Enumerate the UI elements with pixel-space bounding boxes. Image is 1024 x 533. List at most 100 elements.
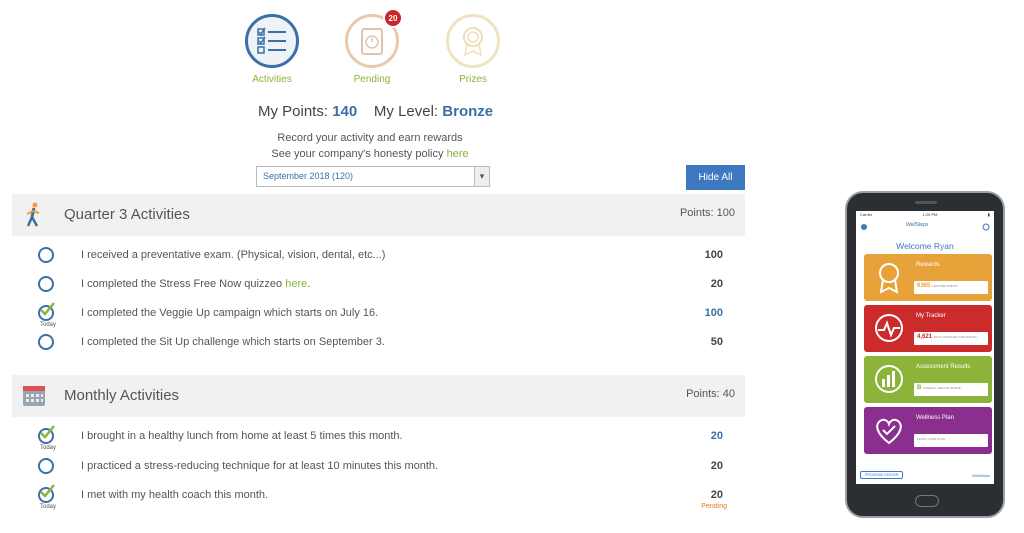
activity-points: 100 bbox=[704, 249, 723, 261]
checkmark-icon bbox=[40, 484, 55, 498]
honesty-policy-text: See your company's honesty policy bbox=[271, 148, 444, 160]
today-label: Today bbox=[39, 504, 56, 510]
tile-caption: DAILY AVERAGE THIS MONTH bbox=[933, 335, 977, 339]
pending-status: Pending bbox=[701, 503, 727, 510]
back-icon[interactable] bbox=[860, 223, 868, 231]
section-title: Monthly Activities bbox=[64, 387, 180, 404]
wellness-plan-tile[interactable]: Wellness Plan FINISH YOUR PLAN bbox=[864, 407, 992, 454]
section-title: Quarter 3 Activities bbox=[64, 206, 190, 223]
honesty-policy-link[interactable]: here bbox=[447, 148, 469, 160]
program-center-button[interactable]: PROGRAM CENTER bbox=[860, 471, 904, 479]
tile-value-box: 4,621 DAILY AVERAGE THIS MONTH bbox=[914, 332, 988, 345]
tile-value-box: B OVERALL HEALTH GRADE bbox=[914, 383, 988, 396]
activity-checkbox[interactable] bbox=[38, 458, 54, 474]
points-summary: My Points: 140 My Level: Bronze bbox=[258, 103, 493, 120]
ribbon-award-icon bbox=[446, 14, 500, 68]
activity-text: I received a preventative exam. (Physica… bbox=[81, 249, 386, 261]
period-select[interactable]: September 2018 (120) ▾ bbox=[256, 166, 490, 187]
app-logo: WellSteps bbox=[906, 222, 929, 228]
nav-prizes-label: Prizes bbox=[459, 74, 487, 85]
nav-pending-label: Pending bbox=[353, 74, 391, 85]
app-footer: PROGRAM CENTER WellSteps bbox=[860, 469, 990, 481]
phone-home-button bbox=[915, 495, 939, 507]
activity-checkbox[interactable] bbox=[38, 247, 54, 263]
phone-mockup: Carrier 1:20 PM ▮ WellSteps Welcome Ryan… bbox=[845, 191, 1005, 518]
nav-activities[interactable]: Activities bbox=[243, 14, 301, 85]
tile-value: 6365 bbox=[917, 283, 931, 289]
pending-count-badge: 20 bbox=[383, 8, 403, 28]
nav-activities-label: Activities bbox=[252, 74, 292, 85]
activity-points: 20 bbox=[710, 460, 723, 472]
tile-title: Assessment Results bbox=[916, 364, 971, 370]
checklist-icon bbox=[245, 14, 299, 68]
section-points: Points: 40 bbox=[686, 388, 735, 400]
activity-points: 20 bbox=[710, 278, 723, 290]
walking-person-icon bbox=[22, 202, 46, 227]
activity-points: 100 bbox=[704, 307, 723, 319]
section-monthly-header[interactable]: Monthly Activities Points: 40 bbox=[12, 375, 745, 417]
tracker-tile[interactable]: My Tracker 4,621 DAILY AVERAGE THIS MONT… bbox=[864, 305, 992, 352]
tile-caption: OVERALL HEALTH GRADE bbox=[923, 386, 961, 390]
activity-checkbox[interactable] bbox=[38, 334, 54, 350]
level-label: My Level: bbox=[373, 103, 439, 120]
tile-value-box: FINISH YOUR PLAN bbox=[914, 434, 988, 447]
activity-checkbox[interactable] bbox=[38, 276, 54, 292]
points-value: 140 bbox=[332, 103, 358, 120]
activity-text-main: I completed the Stress Free Now quizzeo bbox=[81, 278, 283, 290]
activity-row: Today I brought in a healthy lunch from … bbox=[12, 422, 745, 451]
welcome-text: Welcome Ryan bbox=[896, 241, 954, 251]
tile-caption: LIFETIME POINTS bbox=[932, 284, 958, 288]
tile-title: Rewards bbox=[916, 262, 940, 268]
points-label: My Points: bbox=[258, 103, 329, 120]
nav-prizes[interactable]: Prizes bbox=[444, 14, 502, 85]
phone-time: 1:20 PM bbox=[922, 212, 938, 217]
checkmark-icon bbox=[40, 425, 55, 439]
activity-text: I completed the Sit Up challenge which s… bbox=[81, 336, 385, 348]
intro-line-1: Record your activity and earn rewards bbox=[277, 132, 463, 144]
assessment-tile[interactable]: Assessment Results B OVERALL HEALTH GRAD… bbox=[864, 356, 992, 403]
intro-text: Record your activity and earn rewards Se… bbox=[230, 130, 510, 162]
activity-row: Today I met with my health coach this mo… bbox=[12, 481, 745, 510]
footer-brand: WellSteps bbox=[972, 472, 990, 478]
activity-row: I received a preventative exam. (Physica… bbox=[12, 241, 745, 269]
tile-value: 4,621 bbox=[917, 334, 933, 340]
pending-clipboard-icon: 20 bbox=[345, 8, 403, 68]
activity-points: 20 bbox=[710, 489, 723, 501]
section-quarter3-header[interactable]: Quarter 3 Activities Points: 100 bbox=[12, 194, 745, 236]
tile-value-box: 6365 LIFETIME POINTS bbox=[914, 281, 988, 294]
top-nav: Activities 20 Pending Prizes bbox=[243, 8, 503, 94]
activity-text: I practiced a stress-reducing technique … bbox=[81, 460, 439, 472]
activity-text: I met with my health coach this month. bbox=[81, 489, 269, 501]
tile-value: B bbox=[917, 385, 922, 391]
activity-row: I practiced a stress-reducing technique … bbox=[12, 452, 745, 480]
tile-title: My Tracker bbox=[916, 313, 946, 319]
intro-line-2: See your company's honesty policy here bbox=[230, 146, 510, 162]
period-select-value: September 2018 (120) bbox=[263, 171, 354, 181]
activity-checkbox-checked[interactable] bbox=[38, 484, 55, 503]
activity-points: 50 bbox=[710, 336, 723, 348]
app-header: WellSteps bbox=[856, 219, 994, 235]
bar-chart-icon bbox=[875, 365, 903, 393]
logout-icon[interactable] bbox=[982, 223, 990, 231]
activity-points: 20 bbox=[710, 430, 723, 442]
hide-all-button[interactable]: Hide All bbox=[686, 165, 745, 190]
quizzeo-link[interactable]: here bbox=[285, 278, 307, 290]
nav-pending[interactable]: 20 Pending bbox=[343, 8, 403, 85]
activity-text-suffix: . bbox=[307, 278, 311, 290]
activity-checkbox-checked[interactable] bbox=[38, 425, 55, 444]
activity-row: I completed the Stress Free Now quizzeo … bbox=[12, 270, 745, 298]
calendar-icon bbox=[22, 383, 46, 407]
activity-checkbox-checked[interactable] bbox=[38, 302, 55, 321]
phone-screen: Carrier 1:20 PM ▮ WellSteps Welcome Ryan… bbox=[856, 211, 994, 484]
phone-speaker bbox=[915, 201, 937, 204]
rewards-tile[interactable]: Rewards 6365 LIFETIME POINTS bbox=[864, 254, 992, 301]
activity-text: I brought in a healthy lunch from home a… bbox=[81, 430, 403, 442]
activity-tracker-icon bbox=[875, 314, 903, 342]
carrier-label: Carrier bbox=[860, 212, 873, 217]
award-ribbon-icon bbox=[879, 263, 899, 294]
activity-text: I completed the Veggie Up campaign which… bbox=[81, 307, 379, 319]
tile-caption: FINISH YOUR PLAN bbox=[917, 437, 945, 441]
activity-text: I completed the Stress Free Now quizzeo … bbox=[81, 278, 310, 290]
activity-row: Today I completed the Veggie Up campaign… bbox=[12, 299, 745, 328]
chevron-down-icon[interactable]: ▾ bbox=[474, 167, 489, 186]
